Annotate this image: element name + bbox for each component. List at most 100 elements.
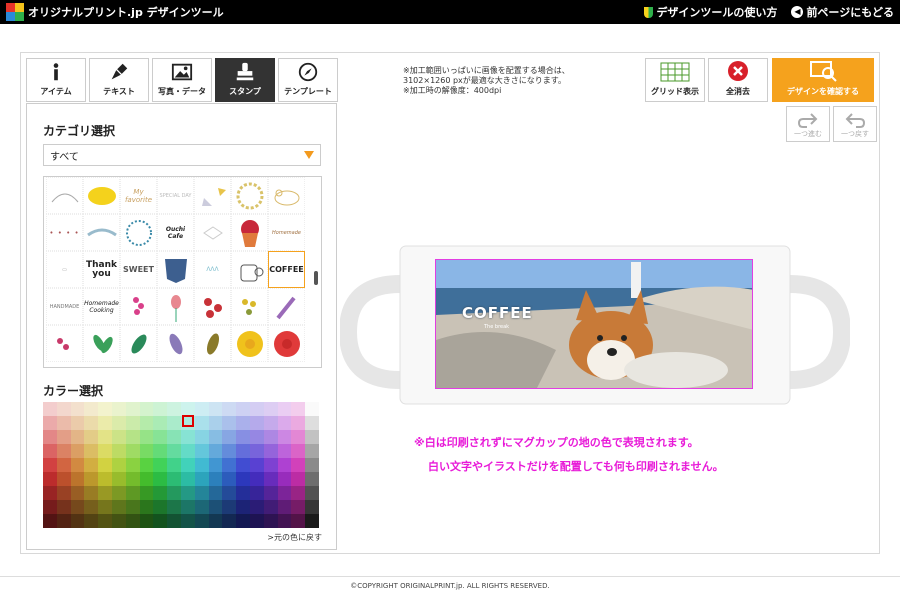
color-swatch[interactable] bbox=[194, 514, 209, 528]
color-swatch[interactable] bbox=[167, 416, 181, 430]
color-swatch[interactable] bbox=[56, 472, 71, 486]
stamp-green-leaves[interactable] bbox=[83, 325, 120, 362]
color-swatch[interactable] bbox=[125, 472, 140, 486]
color-swatch[interactable] bbox=[98, 416, 112, 430]
color-swatch[interactable] bbox=[194, 402, 209, 416]
stamp-olive-leaves[interactable] bbox=[194, 325, 231, 362]
stamp-coffee-cup[interactable] bbox=[231, 251, 268, 288]
color-swatch[interactable] bbox=[125, 486, 140, 500]
stamp-diamond[interactable] bbox=[194, 214, 231, 251]
color-swatch[interactable] bbox=[112, 514, 126, 528]
tab-text[interactable]: テキスト bbox=[89, 58, 149, 102]
color-swatch[interactable] bbox=[43, 444, 57, 458]
color-swatch[interactable] bbox=[153, 500, 168, 514]
color-swatch[interactable] bbox=[125, 444, 140, 458]
color-swatch[interactable] bbox=[139, 430, 154, 444]
color-swatch[interactable] bbox=[208, 472, 223, 486]
color-swatch[interactable] bbox=[222, 486, 237, 500]
color-swatch[interactable] bbox=[236, 500, 250, 514]
color-swatch[interactable] bbox=[181, 402, 195, 416]
color-swatch[interactable] bbox=[263, 416, 278, 430]
color-swatch[interactable] bbox=[250, 430, 264, 444]
color-swatch[interactable] bbox=[263, 402, 278, 416]
color-swatch[interactable] bbox=[167, 500, 181, 514]
color-swatch[interactable] bbox=[153, 416, 168, 430]
color-swatch[interactable] bbox=[181, 458, 195, 472]
color-swatch[interactable] bbox=[305, 430, 319, 444]
color-swatch[interactable] bbox=[125, 500, 140, 514]
color-swatch[interactable] bbox=[153, 458, 168, 472]
color-swatch[interactable] bbox=[277, 500, 292, 514]
color-swatch[interactable] bbox=[167, 402, 181, 416]
stamp-scrollbar[interactable] bbox=[314, 271, 318, 285]
color-swatch[interactable] bbox=[112, 472, 126, 486]
color-swatch[interactable] bbox=[291, 500, 306, 514]
color-swatch[interactable] bbox=[236, 430, 250, 444]
color-swatch[interactable] bbox=[84, 416, 99, 430]
stamp-wreath[interactable] bbox=[231, 177, 268, 214]
color-swatch[interactable] bbox=[56, 416, 71, 430]
stamp-bud[interactable] bbox=[157, 288, 194, 325]
color-swatch[interactable] bbox=[112, 500, 126, 514]
color-swatch[interactable] bbox=[291, 430, 306, 444]
stamp-mimosa[interactable] bbox=[231, 288, 268, 325]
color-swatch[interactable] bbox=[56, 514, 71, 528]
color-swatch[interactable] bbox=[305, 458, 319, 472]
color-swatch[interactable] bbox=[181, 514, 195, 528]
color-swatch[interactable] bbox=[43, 500, 57, 514]
color-swatch[interactable] bbox=[70, 402, 85, 416]
color-swatch[interactable] bbox=[139, 500, 154, 514]
color-swatch[interactable] bbox=[98, 444, 112, 458]
color-palette[interactable] bbox=[43, 402, 319, 528]
color-swatch[interactable] bbox=[236, 472, 250, 486]
undo-button[interactable]: 一つ戻す bbox=[833, 106, 877, 142]
color-swatch[interactable] bbox=[43, 458, 57, 472]
stamp-frame-rect[interactable]: ▭ bbox=[46, 251, 83, 288]
stamp-berry[interactable] bbox=[120, 288, 157, 325]
color-swatch[interactable] bbox=[222, 416, 237, 430]
color-swatch[interactable] bbox=[56, 458, 71, 472]
stamp-rosehip[interactable] bbox=[194, 288, 231, 325]
color-swatch[interactable] bbox=[98, 472, 112, 486]
color-swatch[interactable] bbox=[305, 444, 319, 458]
color-swatch[interactable] bbox=[222, 514, 237, 528]
color-swatch[interactable] bbox=[291, 402, 306, 416]
color-swatch[interactable] bbox=[181, 430, 195, 444]
color-swatch[interactable] bbox=[112, 416, 126, 430]
stamp-red-flower[interactable] bbox=[268, 325, 305, 362]
color-swatch[interactable] bbox=[70, 458, 85, 472]
color-swatch[interactable] bbox=[236, 458, 250, 472]
color-swatch[interactable] bbox=[208, 402, 223, 416]
color-swatch[interactable] bbox=[263, 430, 278, 444]
color-swatch[interactable] bbox=[263, 444, 278, 458]
stamp-coffee-label[interactable]: COFFEE bbox=[268, 251, 305, 288]
color-swatch[interactable] bbox=[222, 472, 237, 486]
color-swatch[interactable] bbox=[56, 444, 71, 458]
color-swatch[interactable] bbox=[305, 500, 319, 514]
color-swatch[interactable] bbox=[153, 430, 168, 444]
color-swatch[interactable] bbox=[84, 472, 99, 486]
color-swatch[interactable] bbox=[291, 514, 306, 528]
category-select[interactable]: すべて bbox=[43, 144, 321, 166]
confirm-design-button[interactable]: デザインを確認する bbox=[772, 58, 874, 102]
tab-photo[interactable]: 写真・データ bbox=[152, 58, 212, 102]
color-swatch[interactable] bbox=[194, 430, 209, 444]
color-swatch[interactable] bbox=[263, 500, 278, 514]
color-swatch[interactable] bbox=[194, 416, 209, 430]
stamp-triangles[interactable] bbox=[194, 177, 231, 214]
color-swatch[interactable] bbox=[277, 402, 292, 416]
color-swatch[interactable] bbox=[139, 458, 154, 472]
stamp-ribbon[interactable] bbox=[83, 214, 120, 251]
color-swatch[interactable] bbox=[84, 486, 99, 500]
color-swatch[interactable] bbox=[277, 472, 292, 486]
color-swatch[interactable] bbox=[98, 402, 112, 416]
color-swatch[interactable] bbox=[125, 458, 140, 472]
color-swatch[interactable] bbox=[112, 486, 126, 500]
color-swatch[interactable] bbox=[250, 472, 264, 486]
stamp-colorful-text[interactable]: ΛΛΛ bbox=[194, 251, 231, 288]
color-swatch[interactable] bbox=[43, 486, 57, 500]
stamp-yellow-flower[interactable] bbox=[231, 325, 268, 362]
color-swatch[interactable] bbox=[139, 402, 154, 416]
stamp-thank-you[interactable]: Thank you bbox=[83, 251, 120, 288]
tab-stamp[interactable]: スタンプ bbox=[215, 58, 275, 102]
